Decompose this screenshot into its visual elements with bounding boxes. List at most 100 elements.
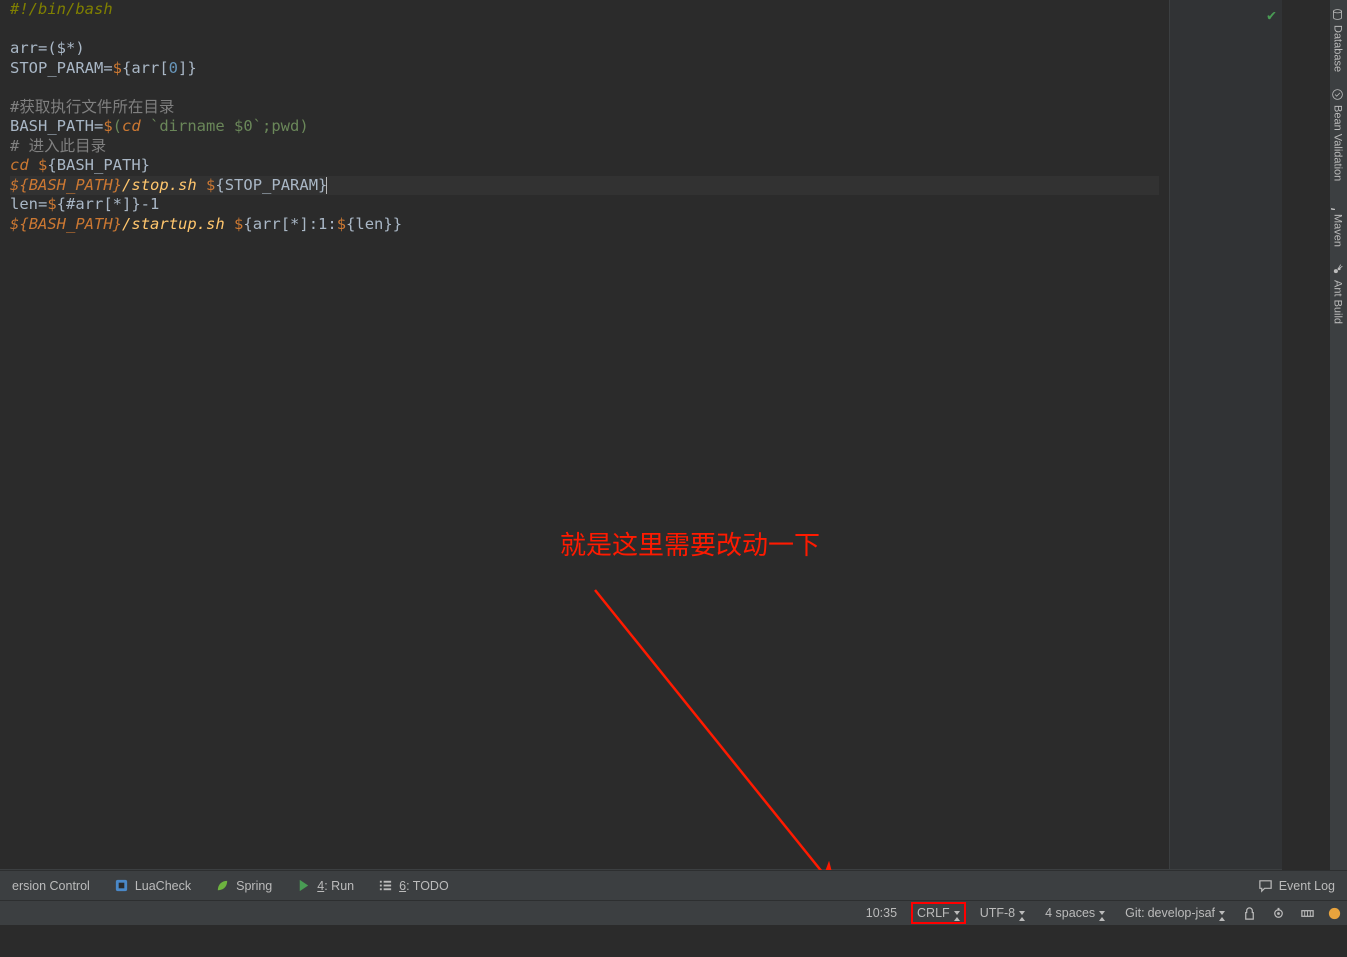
version-control-btn[interactable]: ersion Control <box>0 871 102 900</box>
code-line[interactable]: ${BASH_PATH}/stop.sh ${STOP_PARAM} <box>10 176 1159 196</box>
code-token: #arr[*]}-1 <box>66 195 159 213</box>
event-log-label: Event Log <box>1279 879 1335 893</box>
code-token: arr[ <box>131 59 168 77</box>
corner-icon[interactable] <box>1324 901 1345 925</box>
code-line[interactable]: # 进入此目录 <box>10 137 1159 157</box>
indent-selector[interactable]: 4 spaces <box>1037 901 1113 925</box>
spring-btn[interactable]: Spring <box>203 871 284 900</box>
lock-icon[interactable] <box>1237 901 1262 925</box>
spring-icon <box>215 878 230 893</box>
right-tool-stripe: Database Bean Validation mMaven Ant Build <box>1330 0 1347 870</box>
code-token: 0 <box>169 59 178 77</box>
code-token: *) <box>66 39 85 57</box>
run-label: 4: Run <box>317 879 354 893</box>
code-token: BASH_PATH <box>29 215 113 233</box>
luacheck-icon <box>114 878 129 893</box>
code-line[interactable] <box>10 78 1159 98</box>
code-token: len}} <box>355 215 402 233</box>
code-token: BASH_PATH} <box>57 156 150 174</box>
code-token: { <box>47 156 56 174</box>
code-token: cd <box>122 117 150 135</box>
code-line[interactable]: BASH_PATH=$(cd `dirname $0`;pwd) <box>10 117 1159 137</box>
maven-tool-icon: m <box>1331 197 1344 210</box>
code-token: # 进入此目录 <box>10 137 106 155</box>
code-token: #获取执行文件所在目录 <box>10 98 174 116</box>
database-tool[interactable]: Database <box>1330 0 1345 80</box>
code-token: { <box>215 176 224 194</box>
code-token: BASH_PATH= <box>10 117 103 135</box>
code-line[interactable]: arr=($*) <box>10 39 1159 59</box>
version-control-label: ersion Control <box>12 879 90 893</box>
editor-error-stripe: ✔ <box>1170 0 1282 870</box>
code-token: $ <box>234 215 243 233</box>
code-token: $ <box>103 117 112 135</box>
bean-validation-tool-label: Bean Validation <box>1332 105 1344 181</box>
code-token: { <box>19 215 28 233</box>
code-token: STOP_PARAM= <box>10 59 113 77</box>
luacheck-label: LuaCheck <box>135 879 191 893</box>
inspector-icon[interactable] <box>1266 901 1291 925</box>
code-token: `dirname $0` <box>150 117 262 135</box>
git-branch-selector[interactable]: Git: develop-jsaf <box>1117 901 1233 925</box>
code-line[interactable]: STOP_PARAM=${arr[0]} <box>10 59 1159 79</box>
code-line[interactable]: #获取执行文件所在目录 <box>10 98 1159 118</box>
spring-label: Spring <box>236 879 272 893</box>
code-token: arr=( <box>10 39 57 57</box>
dropdown-arrows-icon <box>1019 911 1025 915</box>
code-token: $ <box>38 156 47 174</box>
code-line[interactable]: len=${#arr[*]}-1 <box>10 195 1159 215</box>
run-btn[interactable]: 4: Run <box>284 871 366 900</box>
code-token: ) <box>299 117 308 135</box>
code-token: ( <box>113 117 122 135</box>
code-token: len= <box>10 195 47 213</box>
bottom-tool-bar: ersion Control LuaCheck Spring 4: Run 6:… <box>0 870 1347 900</box>
ant-build-tool-icon <box>1331 263 1344 276</box>
code-token: $ <box>10 215 19 233</box>
code-token: } <box>113 176 122 194</box>
code-token: $ <box>57 39 66 57</box>
code-token: { <box>346 215 355 233</box>
chat-bubble-icon <box>1258 878 1273 893</box>
code-token: ]} <box>178 59 197 77</box>
code-line[interactable]: ${BASH_PATH}/startup.sh ${arr[*]:1:${len… <box>10 215 1159 235</box>
code-line[interactable]: cd ${BASH_PATH} <box>10 156 1159 176</box>
code-token: ; <box>262 117 271 135</box>
bean-validation-tool[interactable]: Bean Validation <box>1330 80 1345 189</box>
code-token: /startup.sh <box>122 215 234 233</box>
code-area[interactable]: #!/bin/basharr=($*)STOP_PARAM=${arr[0]}#… <box>0 0 1169 234</box>
ant-build-tool-label: Ant Build <box>1332 280 1344 324</box>
code-line[interactable] <box>10 20 1159 40</box>
todo-label: 6: TODO <box>399 879 449 893</box>
encoding-selector[interactable]: UTF-8 <box>972 901 1033 925</box>
bean-validation-tool-icon <box>1331 88 1344 101</box>
memory-icon[interactable] <box>1295 901 1320 925</box>
database-tool-icon <box>1331 8 1344 21</box>
code-line[interactable]: #!/bin/bash <box>10 0 1159 20</box>
event-log-btn[interactable]: Event Log <box>1246 871 1347 900</box>
code-token: pwd <box>271 117 299 135</box>
code-token: cd <box>10 156 38 174</box>
maven-tool[interactable]: mMaven <box>1330 189 1345 255</box>
code-token: /stop.sh <box>122 176 206 194</box>
line-separator-selector[interactable]: CRLF <box>911 902 966 924</box>
code-token: BASH_PATH <box>29 176 113 194</box>
code-token: $ <box>206 176 215 194</box>
luacheck-btn[interactable]: LuaCheck <box>102 871 203 900</box>
code-editor[interactable]: #!/bin/basharr=($*)STOP_PARAM=${arr[0]}#… <box>0 0 1170 870</box>
code-token: { <box>243 215 252 233</box>
inspection-ok-icon: ✔ <box>1267 6 1276 24</box>
svg-text:m: m <box>1331 208 1339 210</box>
ant-build-tool[interactable]: Ant Build <box>1330 255 1345 332</box>
text-cursor <box>326 177 327 194</box>
code-token: $ <box>47 195 56 213</box>
dropdown-arrows-icon <box>1099 911 1105 915</box>
play-icon <box>296 878 311 893</box>
code-token: } <box>113 215 122 233</box>
todo-btn[interactable]: 6: TODO <box>366 871 461 900</box>
code-token: $ <box>113 59 122 77</box>
code-token: $ <box>337 215 346 233</box>
code-token: arr[*]:1: <box>253 215 337 233</box>
caret-position[interactable]: 10:35 <box>858 901 905 925</box>
window-root: { "code": { "tokens": [ [ {"t":"#!/bin/b… <box>0 0 1347 957</box>
code-token: $ <box>10 176 19 194</box>
